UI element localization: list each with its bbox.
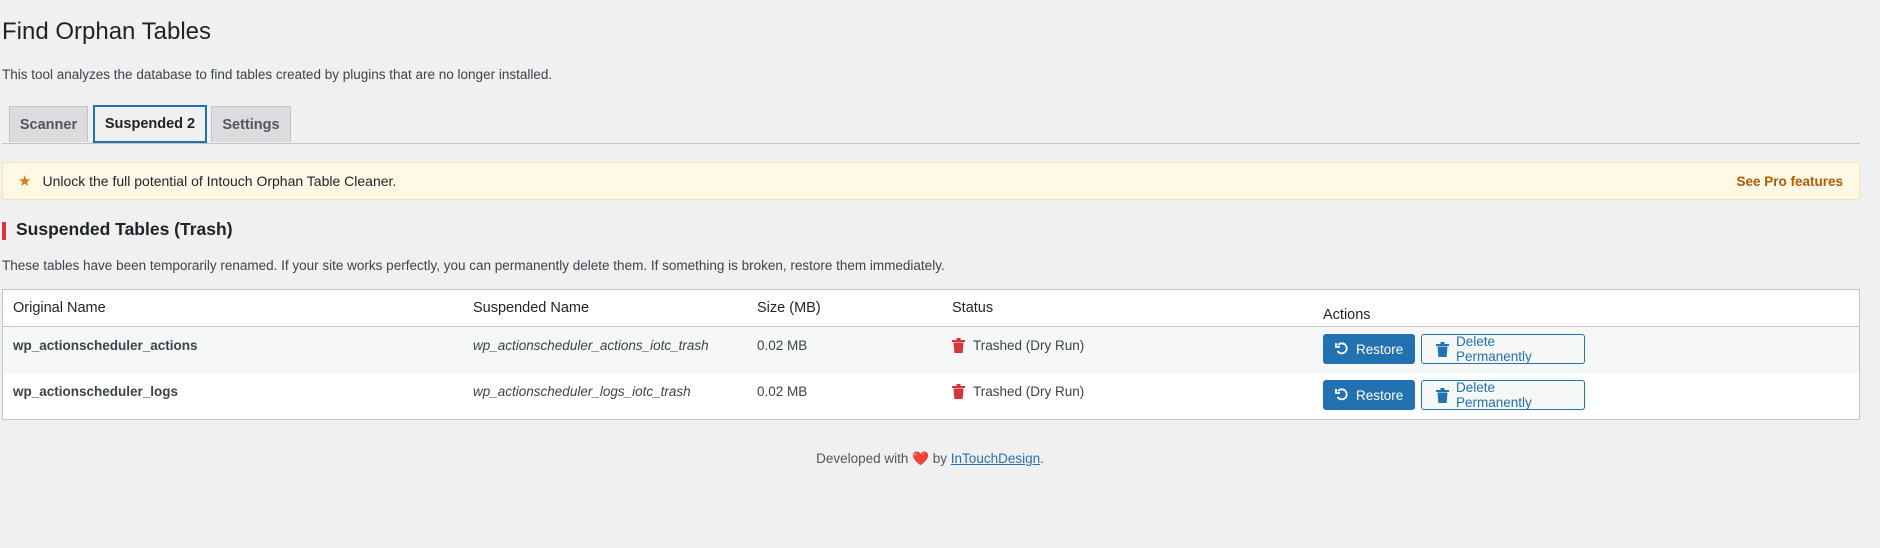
table-row: wp_actionscheduler_logs wp_actionschedul… [3, 373, 1859, 419]
footer-suffix: . [1040, 451, 1044, 466]
intouchdesign-link[interactable]: InTouchDesign [951, 451, 1040, 466]
restore-button[interactable]: Restore [1323, 380, 1415, 410]
restore-label: Restore [1356, 341, 1404, 357]
tab-bar: Scanner Suspended 2 Settings [2, 105, 1860, 144]
heart-icon: ❤️ [912, 451, 929, 466]
status-cell: Trashed (Dry Run) [952, 327, 1084, 373]
star-icon: ★ [18, 173, 32, 190]
suspended-tables-table: Original Name Suspended Name Size (MB) S… [2, 289, 1860, 420]
delete-label: Delete Permanently [1456, 334, 1532, 364]
original-name-cell: wp_actionscheduler_logs [13, 384, 179, 399]
section-description: These tables have been temporarily renam… [2, 258, 945, 273]
trash-icon [1436, 387, 1449, 403]
actions-cell: Restore Delete Permanently [1323, 373, 1591, 419]
status-cell: Trashed (Dry Run) [952, 373, 1084, 419]
footer-by: by [932, 451, 948, 466]
table-header-row: Original Name Suspended Name Size (MB) S… [3, 290, 1859, 327]
page-title: Find Orphan Tables [2, 18, 212, 45]
footer-prefix: Developed with [816, 451, 909, 466]
suspended-name-cell: wp_actionscheduler_logs_iotc_trash [473, 384, 691, 399]
column-header-suspended-name: Suspended Name [473, 300, 590, 316]
tab-suspended[interactable]: Suspended 2 [93, 105, 207, 143]
delete-permanently-button[interactable]: Delete Permanently [1421, 380, 1585, 410]
section-title: Suspended Tables (Trash) [16, 219, 233, 239]
delete-permanently-button[interactable]: Delete Permanently [1421, 334, 1585, 364]
suspended-name-cell: wp_actionscheduler_actions_iotc_trash [473, 338, 709, 353]
status-text: Trashed (Dry Run) [973, 384, 1085, 399]
column-header-size: Size (MB) [757, 300, 821, 316]
see-pro-features-link[interactable]: See Pro features [1736, 174, 1843, 189]
section-accent-bar [2, 222, 6, 240]
size-cell: 0.02 MB [757, 384, 808, 399]
page-description: This tool analyzes the database to find … [2, 67, 553, 82]
column-header-status: Status [952, 300, 994, 316]
undo-icon [1335, 342, 1349, 356]
undo-icon [1335, 388, 1349, 402]
original-name-cell: wp_actionscheduler_actions [13, 338, 198, 353]
actions-cell: Restore Delete Permanently [1323, 327, 1591, 373]
promo-text: Unlock the full potential of Intouch Orp… [42, 173, 397, 189]
restore-label: Restore [1356, 387, 1404, 403]
trash-icon [952, 384, 965, 399]
restore-button[interactable]: Restore [1323, 334, 1415, 364]
trash-icon [952, 338, 965, 353]
trash-icon [1436, 341, 1449, 357]
column-header-original-name: Original Name [13, 300, 106, 316]
delete-label: Delete Permanently [1456, 380, 1532, 410]
tab-settings[interactable]: Settings [211, 106, 291, 142]
size-cell: 0.02 MB [757, 338, 808, 353]
page: Find Orphan Tables This tool analyzes th… [0, 0, 1880, 548]
table-row: wp_actionscheduler_actions wp_actionsche… [3, 327, 1859, 373]
status-text: Trashed (Dry Run) [973, 338, 1085, 353]
pro-promo-banner: ★ Unlock the full potential of Intouch O… [2, 162, 1860, 200]
tab-scanner[interactable]: Scanner [9, 106, 88, 142]
footer-credit: Developed with ❤️ by InTouchDesign. [0, 451, 1860, 467]
